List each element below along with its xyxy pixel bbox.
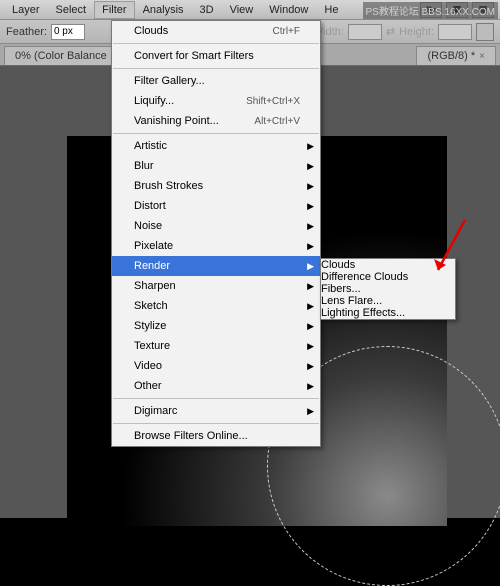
- menu-label: Video: [134, 360, 300, 372]
- menu-help[interactable]: He: [316, 1, 346, 19]
- menu-item-browse-online[interactable]: Browse Filters Online...: [112, 426, 320, 446]
- menu-3d[interactable]: 3D: [192, 1, 222, 19]
- submenu-arrow-icon: ▶: [307, 361, 314, 372]
- menu-label: Brush Strokes: [134, 180, 300, 192]
- menu-item-distort[interactable]: Distort ▶: [112, 196, 320, 216]
- menu-label: Sketch: [134, 300, 300, 312]
- submenu-arrow-icon: ▶: [307, 281, 314, 292]
- menu-item-clouds-repeat[interactable]: Clouds Ctrl+F: [112, 21, 320, 41]
- submenu-arrow-icon: ▶: [307, 301, 314, 312]
- menu-label: Other: [134, 380, 300, 392]
- close-icon[interactable]: ×: [479, 51, 485, 62]
- menu-label: Clouds: [134, 25, 273, 37]
- menu-label: Stylize: [134, 320, 300, 332]
- menu-layer[interactable]: Layer: [4, 1, 48, 19]
- menu-label: Blur: [134, 160, 300, 172]
- submenu-arrow-icon: ▶: [307, 341, 314, 352]
- menu-item-noise[interactable]: Noise ▶: [112, 216, 320, 236]
- submenu-arrow-icon: ▶: [307, 321, 314, 332]
- submenu-item-lighting-effects[interactable]: Lighting Effects...: [321, 307, 455, 319]
- menu-item-artistic[interactable]: Artistic ▶: [112, 136, 320, 156]
- menu-view[interactable]: View: [222, 1, 262, 19]
- menu-label: Digimarc: [134, 405, 300, 417]
- submenu-arrow-icon: ▶: [307, 201, 314, 212]
- menu-item-blur[interactable]: Blur ▶: [112, 156, 320, 176]
- submenu-arrow-icon: ▶: [307, 261, 314, 272]
- menu-label: Difference Clouds: [321, 271, 408, 283]
- menu-item-texture[interactable]: Texture ▶: [112, 336, 320, 356]
- menu-item-pixelate[interactable]: Pixelate ▶: [112, 236, 320, 256]
- menu-label: Lens Flare...: [321, 295, 382, 307]
- options-button[interactable]: [476, 23, 494, 41]
- menu-item-other[interactable]: Other ▶: [112, 376, 320, 396]
- menu-item-liquify[interactable]: Liquify... Shift+Ctrl+X: [112, 91, 320, 111]
- menu-item-brush-strokes[interactable]: Brush Strokes ▶: [112, 176, 320, 196]
- document-tab-1[interactable]: 0% (Color Balance: [4, 46, 118, 65]
- submenu-item-fibers[interactable]: Fibers...: [321, 283, 455, 295]
- submenu-arrow-icon: ▶: [307, 221, 314, 232]
- menu-label: Lighting Effects...: [321, 307, 405, 319]
- menu-item-filter-gallery[interactable]: Filter Gallery...: [112, 71, 320, 91]
- menu-label: Convert for Smart Filters: [134, 50, 300, 62]
- menu-label: Pixelate: [134, 240, 300, 252]
- render-submenu: Clouds Difference Clouds Fibers... Lens …: [320, 258, 456, 320]
- menu-label: Sharpen: [134, 280, 300, 292]
- menu-label: Noise: [134, 220, 300, 232]
- menu-label: Distort: [134, 200, 300, 212]
- height-label: Height:: [399, 26, 434, 38]
- filter-menu: Clouds Ctrl+F Convert for Smart Filters …: [111, 20, 321, 447]
- menu-item-digimarc[interactable]: Digimarc ▶: [112, 401, 320, 421]
- submenu-item-lens-flare[interactable]: Lens Flare...: [321, 295, 455, 307]
- menu-item-sharpen[interactable]: Sharpen ▶: [112, 276, 320, 296]
- menu-item-convert-smart[interactable]: Convert for Smart Filters: [112, 46, 320, 66]
- menu-label: Texture: [134, 340, 300, 352]
- menu-item-sketch[interactable]: Sketch ▶: [112, 296, 320, 316]
- feather-label: Feather:: [6, 26, 47, 38]
- menu-label: Browse Filters Online...: [134, 430, 300, 442]
- tab-label: 0% (Color Balance: [15, 50, 107, 62]
- menu-select[interactable]: Select: [48, 1, 95, 19]
- document-tab-2[interactable]: (RGB/8) * ×: [416, 46, 496, 65]
- submenu-arrow-icon: ▶: [307, 181, 314, 192]
- submenu-arrow-icon: ▶: [307, 141, 314, 152]
- menu-window[interactable]: Window: [261, 1, 316, 19]
- submenu-item-difference-clouds[interactable]: Difference Clouds: [321, 271, 455, 283]
- menu-label: Artistic: [134, 140, 300, 152]
- submenu-item-clouds[interactable]: Clouds: [321, 259, 455, 271]
- submenu-arrow-icon: ▶: [307, 241, 314, 252]
- width-input: [348, 24, 382, 40]
- submenu-arrow-icon: ▶: [307, 406, 314, 417]
- menu-label: Clouds: [321, 259, 355, 271]
- menu-label: Fibers...: [321, 283, 361, 295]
- menu-label: Liquify...: [134, 95, 246, 107]
- menu-label: Render: [134, 260, 300, 272]
- submenu-arrow-icon: ▶: [307, 161, 314, 172]
- menu-filter[interactable]: Filter: [94, 1, 134, 19]
- menu-item-render[interactable]: Render ▶: [112, 256, 320, 276]
- menu-label: Filter Gallery...: [134, 75, 300, 87]
- swap-icon: ⇄: [386, 25, 395, 38]
- menu-item-vanishing-point[interactable]: Vanishing Point... Alt+Ctrl+V: [112, 111, 320, 131]
- menu-label: Vanishing Point...: [134, 115, 254, 127]
- menu-shortcut: Alt+Ctrl+V: [254, 116, 300, 127]
- menu-item-stylize[interactable]: Stylize ▶: [112, 316, 320, 336]
- menu-shortcut: Shift+Ctrl+X: [246, 96, 300, 107]
- tab-label: (RGB/8) *: [427, 50, 475, 62]
- menu-analysis[interactable]: Analysis: [135, 1, 192, 19]
- submenu-arrow-icon: ▶: [307, 381, 314, 392]
- menu-item-video[interactable]: Video ▶: [112, 356, 320, 376]
- menu-shortcut: Ctrl+F: [273, 26, 301, 37]
- feather-input[interactable]: [51, 24, 85, 40]
- height-input: [438, 24, 472, 40]
- watermark-corner: PS教程论坛 BBS.16XX.COM: [363, 2, 498, 19]
